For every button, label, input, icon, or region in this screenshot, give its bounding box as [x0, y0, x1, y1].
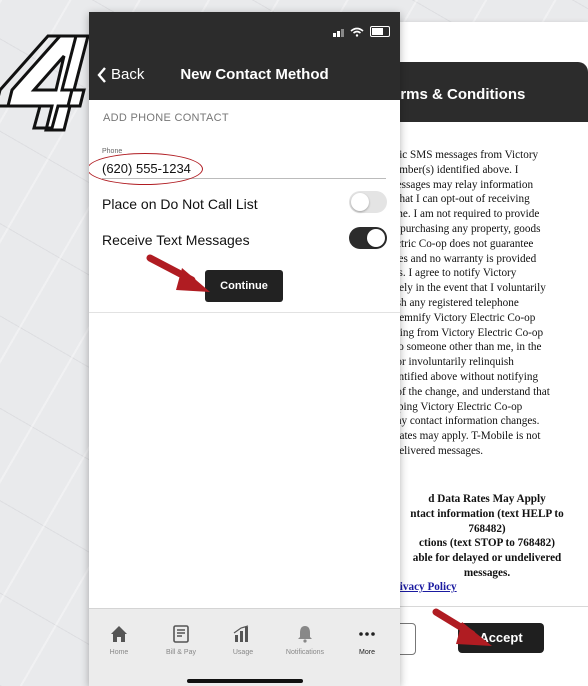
arrow-to-accept [432, 608, 492, 646]
arrow-to-continue [146, 254, 210, 292]
terms-line: s to someone other than me, in the [388, 341, 542, 354]
terms-line: ages and no warranty is provided [388, 252, 537, 265]
page-title: New Contact Method [180, 66, 329, 83]
terms-line: dentified above without notifying [388, 370, 539, 383]
text-messages-label: Receive Text Messages [102, 232, 250, 248]
terms-line: ges. I agree to notify Victory [388, 267, 517, 280]
divider [89, 312, 400, 313]
terms-bold-text: d Data Rates May Apply ntact information … [388, 492, 586, 581]
tab-label: Notifications [285, 649, 325, 656]
terms-bold-line: ntact information (text HELP to [410, 507, 564, 520]
do-not-call-row: Place on Do Not Call List [102, 186, 387, 222]
terms-line: eeping Victory Electric Co-op [388, 400, 523, 413]
nav-bar: Back New Contact Method [89, 52, 400, 100]
status-bar [380, 22, 588, 62]
terms-line: uish any registered telephone [388, 296, 519, 309]
terms-line: ' my contact information changes. [388, 415, 540, 428]
home-indicator [187, 679, 303, 683]
terms-bold-line: 768482) [468, 522, 506, 535]
terms-line: time. I am not required to provide [388, 208, 540, 221]
terms-line: number(s) identified above. I [388, 163, 519, 176]
terms-line: iately in the event that I voluntarily [388, 282, 546, 295]
section-header: ADD PHONE CONTACT [103, 112, 229, 124]
house-icon [111, 626, 127, 642]
tab-label: More [359, 649, 375, 656]
status-bar [89, 12, 400, 52]
terms-line: messages may relay information [388, 178, 534, 191]
terms-line: lectric Co-op does not guarantee [388, 237, 534, 250]
tab-label: Usage [232, 649, 254, 656]
tab-home[interactable]: Home [89, 625, 149, 656]
bar-chart-icon [233, 625, 249, 642]
text-messages-row: Receive Text Messages [102, 222, 387, 258]
terms-line: y or involuntarily relinquish [388, 356, 514, 369]
terms-line: ulting from Victory Electric Co-op [388, 326, 544, 339]
terms-line: o of the change, and understand that [388, 385, 550, 398]
do-not-call-label: Place on Do Not Call List [102, 196, 258, 212]
battery-icon [370, 26, 390, 37]
terms-bold-line: able for delayed or undelivered [412, 552, 562, 565]
tab-bar: Home Bill & Pay Usage Notifications More [89, 608, 400, 686]
terms-bold-line: messages. [463, 566, 511, 579]
terms-line: of purchasing any property, goods [388, 222, 541, 235]
bell-icon [298, 626, 312, 643]
tab-more[interactable]: More [337, 625, 397, 656]
contact-screen: Back New Contact Method ADD PHONE CONTAC… [89, 12, 400, 686]
wifi-icon [350, 27, 364, 37]
terms-title: erms & Conditions [392, 86, 526, 103]
tab-notifications[interactable]: Notifications [275, 625, 335, 656]
terms-bold-line: ctions (text STOP to 768482) [419, 537, 555, 550]
continue-button[interactable]: Continue [205, 270, 283, 302]
terms-line: a rates may apply. T-Mobile is not [388, 430, 541, 443]
terms-header: erms & Conditions [380, 62, 588, 122]
highlight-circle [89, 153, 203, 185]
tab-label: Home [109, 649, 129, 656]
terms-screen: erms & Conditions odic SMS messages from… [380, 22, 588, 686]
terms-line: ndelivered messages. [388, 444, 484, 457]
more-dots-icon [359, 632, 375, 636]
terms-line: d that I can opt-out of receiving [388, 193, 530, 206]
do-not-call-toggle[interactable] [349, 191, 387, 213]
terms-bold-line: d Data Rates May Apply [428, 493, 546, 505]
signal-icon [333, 29, 344, 37]
terms-line: ndemnify Victory Electric Co-op [388, 311, 536, 324]
tab-bill-pay[interactable]: Bill & Pay [151, 625, 211, 656]
bill-icon [173, 625, 189, 643]
tab-usage[interactable]: Usage [213, 625, 273, 656]
terms-line: odic SMS messages from Victory [388, 149, 539, 161]
tab-label: Bill & Pay [166, 649, 196, 656]
terms-text: odic SMS messages from Victory number(s) … [388, 148, 586, 459]
text-messages-toggle[interactable] [349, 227, 387, 249]
